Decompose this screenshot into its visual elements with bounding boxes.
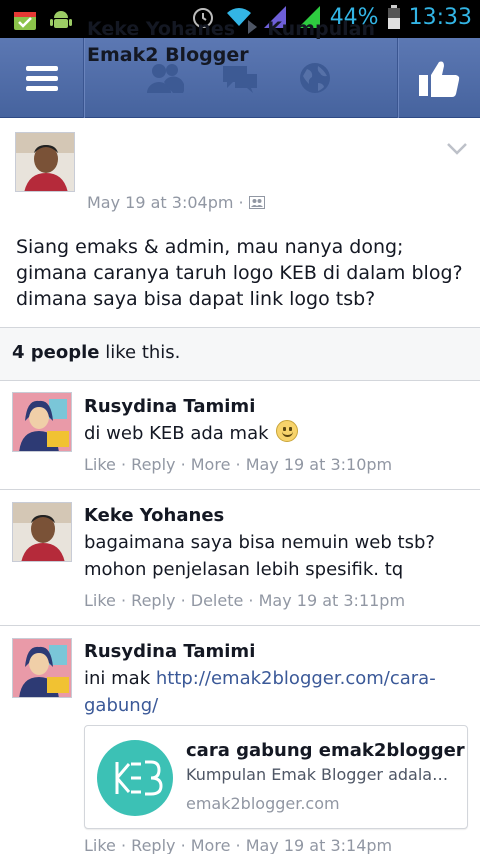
comment-text-line: bagaimana saya bisa nemuin web tsb? [84,532,435,553]
likes-summary[interactable]: 4 people like this. [0,328,480,380]
comment-text-content: ini mak [84,668,156,689]
comment-more-link[interactable]: More [191,455,231,474]
store-icon [14,12,36,30]
post-header: Keke Yohanes Kumpulan Emak2 Blogger [87,16,427,68]
comment-avatar[interactable] [12,638,72,698]
post-timestamp[interactable]: May 19 at 3:04pm [87,193,233,212]
post-text-line: Siang emaks & admin, mau nanya dong; [16,236,404,258]
comment-actions: Like · Reply · Delete · May 19 at 3:11pm [84,591,406,610]
likes-suffix: like this. [99,342,181,363]
menu-icon [25,66,58,91]
comment-reply-link[interactable]: Reply [131,455,175,474]
comment-timestamp[interactable]: May 19 at 3:11pm [259,591,405,610]
comment-text-content: di web KEB ada mak [84,423,269,444]
comment-author[interactable]: Rusydina Tamimi [84,396,255,417]
comment-url-link[interactable]: gabung/ [84,695,158,716]
android-icon [50,11,72,28]
post-body: Siang emaks & admin, mau nanya dong; gim… [16,234,476,312]
comment-reply-link[interactable]: Reply [131,836,175,854]
keb-logo [97,740,173,816]
comment-actions: Like · Reply · More · May 19 at 3:14pm [84,836,393,854]
comment-delete-link[interactable]: Delete [191,591,244,610]
comment-url-link[interactable]: http://emak2blogger.com/cara- [156,668,436,689]
comment-timestamp[interactable]: May 19 at 3:14pm [246,836,392,854]
arrow-right-icon [247,20,257,34]
divider [0,489,480,490]
post-text-line: dimana saya bisa dapat link logo tsb? [16,288,376,310]
comment-author[interactable]: Rusydina Tamimi [84,641,255,662]
comment-reply-link[interactable]: Reply [131,591,175,610]
card-description: Kumpulan Emak Blogger adalah komunitas [186,765,458,784]
comment-text: ini mak http://emak2blogger.com/cara- ga… [84,665,464,719]
chevron-down-icon[interactable] [446,142,468,156]
comment-like-link[interactable]: Like [84,836,116,854]
comment-author[interactable]: Keke Yohanes [84,505,224,526]
menu-button[interactable] [0,38,83,118]
card-title: cara gabung emak2blogger [186,740,465,761]
comment-text: di web KEB ada mak [84,420,464,447]
post-author-avatar[interactable] [15,132,75,192]
post-author-name[interactable]: Keke Yohanes [87,18,235,40]
avatar-image [13,503,71,561]
meta-separator: · [238,193,249,212]
card-domain: emak2blogger.com [186,794,340,813]
nav-divider [83,38,84,118]
post-meta: May 19 at 3:04pm · [87,193,265,212]
avatar-image [13,393,71,451]
audience-group-icon [248,196,265,209]
comment-timestamp[interactable]: May 19 at 3:10pm [246,455,392,474]
post-text-line: gimana caranya taruh logo KEB di dalam b… [16,262,463,284]
comment-text-line: mohon penjelasan lebih spesifik. tq [84,559,404,580]
comment-actions: Like · Reply · More · May 19 at 3:10pm [84,455,393,474]
comment-like-link[interactable]: Like [84,591,116,610]
likes-count[interactable]: 4 people [12,342,100,363]
comment-more-link[interactable]: More [191,836,231,854]
divider [0,380,480,381]
smiley-icon [276,420,299,442]
comment-text: bagaimana saya bisa nemuin web tsb? moho… [84,529,464,583]
comment-avatar[interactable] [12,392,72,452]
avatar-image [13,639,71,697]
link-preview-card[interactable]: cara gabung emak2blogger Kumpulan Emak B… [84,725,468,829]
comment-avatar[interactable] [12,502,72,562]
likes-text: 4 people like this. [12,342,180,363]
comment-like-link[interactable]: Like [84,455,116,474]
divider [0,625,480,626]
avatar-image [16,133,74,191]
